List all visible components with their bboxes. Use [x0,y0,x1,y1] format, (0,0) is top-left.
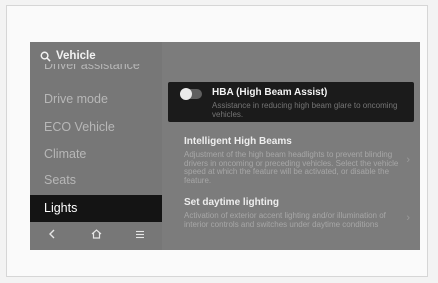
settings-content: HBA (High Beam Assist) Assistance in red… [162,42,420,250]
sidebar-item-eco-vehicle[interactable]: ECO Vehicle [44,120,115,134]
vehicle-header[interactable]: Vehicle [40,48,96,64]
daytime-lighting-title: Set daytime lighting [184,197,280,208]
sidebar-item-climate[interactable]: Climate [44,147,86,161]
intelligent-high-beams-description: Adjustment of the high beam headlights t… [184,150,399,185]
daytime-lighting-description: Activation of exterior accent lighting a… [184,211,386,229]
chevron-left-icon [49,229,55,239]
hba-title: HBA (High Beam Assist) [212,87,328,98]
sidebar-item-lights[interactable]: Lights [30,195,162,222]
bottom-nav-bar [30,224,162,244]
home-icon [91,229,101,239]
hba-setting-card[interactable]: HBA (High Beam Assist) Assistance in red… [168,82,414,122]
daytime-lighting-setting[interactable]: Set daytime lighting Activation of exter… [184,197,404,229]
sidebar-item-driver-assistance[interactable]: Driver assistance [44,64,140,74]
back-button[interactable] [41,225,63,243]
sidebar-item-drive-mode[interactable]: Drive mode [44,92,108,106]
chevron-right-icon[interactable]: › [406,212,410,224]
menu-icon [136,230,144,238]
hba-description: Assistance in reducing high beam glare t… [212,101,398,119]
search-icon [40,51,51,62]
page-title: Vehicle [56,50,96,62]
hba-toggle[interactable] [180,88,202,100]
toggle-knob [180,88,192,100]
chevron-right-icon[interactable]: › [406,154,410,166]
menu-button[interactable] [129,225,151,243]
intelligent-high-beams-setting[interactable]: Intelligent High Beams Adjustment of the… [184,136,404,185]
sidebar: Vehicle Driver assistance Drive mode ECO… [30,42,162,250]
infotainment-screen: Vehicle Driver assistance Drive mode ECO… [30,42,420,250]
intelligent-high-beams-title: Intelligent High Beams [184,136,292,147]
home-button[interactable] [85,225,107,243]
sidebar-item-seats[interactable]: Seats [44,173,76,187]
